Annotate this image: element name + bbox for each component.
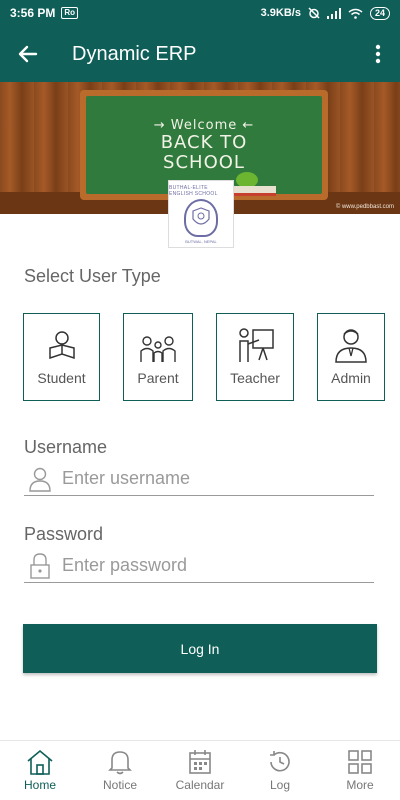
banner-welcome-text: → Welcome ← <box>153 117 255 133</box>
user-type-label: Parent <box>137 370 179 386</box>
password-label: Password <box>24 524 104 544</box>
logo-text-bottom: BUTWAL, NEPAL <box>185 238 217 244</box>
back-button[interactable] <box>0 26 56 82</box>
school-logo: BUTHAL-ELITE ENGLISH SCHOOL BUTWAL, NEPA… <box>168 180 234 248</box>
logo-text-top: BUTHAL-ELITE ENGLISH SCHOOL <box>169 184 218 197</box>
network-speed: 3.9KB/s <box>260 7 301 19</box>
bottom-navigation: Home Notice Calendar Log More <box>0 740 400 800</box>
user-type-student[interactable]: Student <box>23 313 100 401</box>
nav-label: Home <box>23 778 56 792</box>
banner-headline-1: BACK TO <box>160 131 248 153</box>
user-type-heading: Select User Type <box>24 266 161 286</box>
user-type-label: Admin <box>331 370 371 386</box>
overflow-menu-button[interactable] <box>356 26 400 82</box>
user-type-label: Teacher <box>230 370 280 386</box>
nav-item-log[interactable]: Log <box>240 741 320 800</box>
username-input[interactable] <box>62 468 342 489</box>
nav-item-more[interactable]: More <box>320 741 400 800</box>
lock-icon <box>30 552 50 579</box>
user-type-teacher[interactable]: Teacher <box>216 313 294 401</box>
user-type-parent[interactable]: Parent <box>123 313 193 401</box>
battery-icon: 24 <box>369 6 390 20</box>
school-emblem-icon <box>184 198 218 237</box>
teacher-board-icon <box>239 328 274 362</box>
calendar-icon <box>189 750 211 774</box>
alarm-off-icon <box>308 7 320 19</box>
wifi-icon <box>348 8 363 19</box>
admin-person-icon <box>335 329 367 363</box>
home-icon <box>27 749 53 775</box>
status-chip-icon: Ro <box>61 7 79 19</box>
more-vertical-icon <box>375 44 381 64</box>
arrow-left-icon <box>18 45 38 63</box>
status-bar: 3:56 PM Ro 3.9KB/s 24 <box>0 0 400 26</box>
password-input[interactable] <box>62 555 342 576</box>
user-type-admin[interactable]: Admin <box>317 313 385 401</box>
books-decoration <box>232 186 276 196</box>
nav-item-home[interactable]: Home <box>0 741 80 800</box>
grid-icon <box>348 750 372 774</box>
username-field <box>24 462 374 496</box>
app-bar: Dynamic ERP <box>0 26 400 82</box>
user-type-selector: Student Parent Teacher Admin <box>23 313 385 401</box>
nav-label: Notice <box>102 778 137 792</box>
nav-item-notice[interactable]: Notice <box>80 741 160 800</box>
history-icon <box>270 751 290 772</box>
nav-label: Log <box>269 778 291 792</box>
user-outline-icon <box>29 467 51 492</box>
student-reading-icon <box>48 331 75 360</box>
login-button[interactable]: Log In <box>23 624 377 673</box>
family-icon <box>140 336 176 362</box>
signal-icon <box>326 7 341 19</box>
banner-watermark: © www.pedbbast.com <box>335 204 394 210</box>
nav-label: More <box>346 778 374 792</box>
password-field <box>24 549 374 583</box>
status-time: 3:56 PM <box>10 6 56 20</box>
nav-label: Calendar <box>175 778 225 792</box>
user-type-label: Student <box>37 370 86 386</box>
nav-item-calendar[interactable]: Calendar <box>160 741 240 800</box>
username-label: Username <box>24 437 108 457</box>
bell-icon <box>108 751 132 775</box>
page-title: Dynamic ERP <box>72 42 197 65</box>
banner-headline-2: SCHOOL <box>163 151 245 173</box>
